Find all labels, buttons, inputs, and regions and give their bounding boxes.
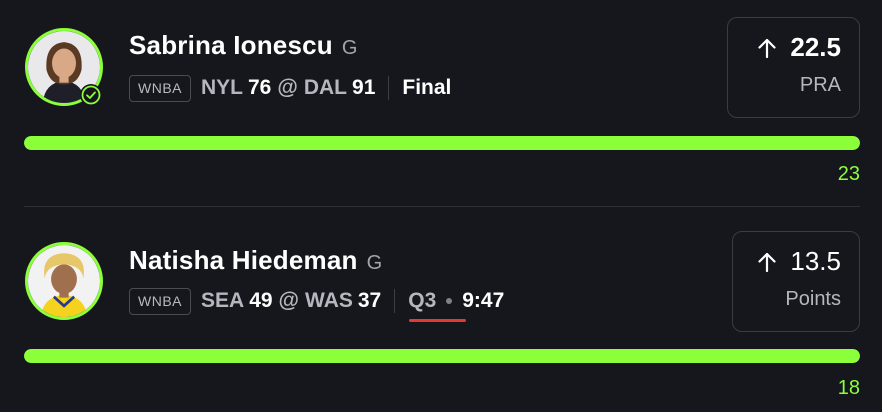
player-name[interactable]: Sabrina Ionescu bbox=[129, 30, 333, 61]
home-team: DAL bbox=[303, 76, 348, 99]
check-circle-icon bbox=[80, 84, 102, 106]
progress-bar bbox=[24, 136, 860, 150]
away-team: NYL bbox=[201, 76, 243, 99]
line-value: 22.5 bbox=[790, 32, 841, 62]
at-symbol: @ bbox=[277, 76, 298, 99]
game-status: Final bbox=[402, 76, 452, 99]
player-position: G bbox=[341, 37, 358, 59]
stat-type: PRA bbox=[799, 74, 841, 96]
pick-card[interactable] bbox=[0, 208, 882, 412]
away-score: 76 bbox=[248, 76, 272, 99]
current-stat-value: 23 bbox=[837, 163, 860, 185]
pick-card[interactable]: Sabrina Ionescu G WNBA NYL 76 @ DAL 91 F… bbox=[0, 0, 882, 206]
league-badge: WNBA bbox=[129, 74, 191, 102]
divider bbox=[388, 76, 390, 100]
game-info-row: WNBA NYL 76 @ DAL 91 Final bbox=[129, 74, 451, 102]
player-name-row: Sabrina Ionescu G bbox=[129, 30, 357, 61]
progress-bar-fill bbox=[24, 136, 860, 150]
game-matchup: NYL 76 @ DAL 91 bbox=[201, 76, 375, 100]
home-score: 91 bbox=[352, 76, 376, 99]
line-box[interactable]: 22.5 PRA bbox=[727, 17, 860, 118]
arrow-up-icon bbox=[754, 35, 780, 61]
card-divider bbox=[24, 206, 860, 207]
